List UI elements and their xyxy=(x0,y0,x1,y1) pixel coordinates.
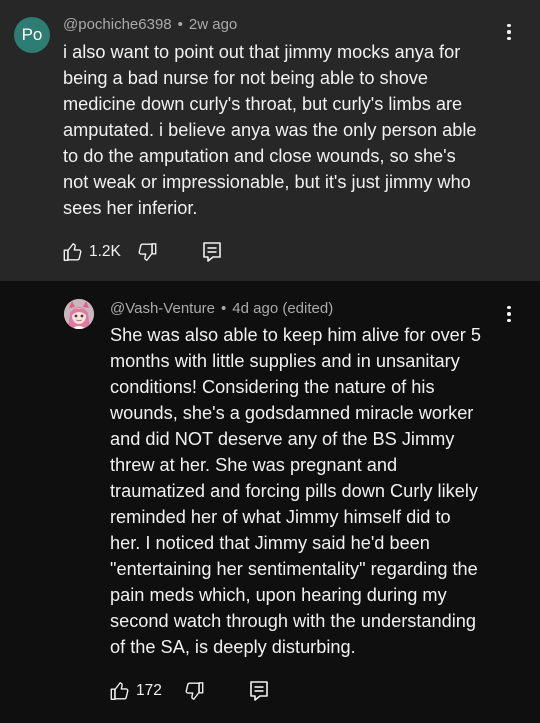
anime-avatar-icon xyxy=(64,299,94,329)
comment-line: to do the amputation and close wounds, s… xyxy=(63,146,456,166)
more-vertical-icon[interactable] xyxy=(499,303,519,325)
more-vertical-icon[interactable] xyxy=(499,21,519,43)
comment-line: her. I noticed that Jimmy said he'd been xyxy=(110,533,430,553)
comment-card: Po @pochiche6398 • 2w ago i also want to p… xyxy=(0,0,540,281)
comment-text: She was also able to keep him alive for … xyxy=(110,322,481,660)
dislike-button[interactable] xyxy=(183,676,205,706)
comment-line: not weak or impressionable, but it's jus… xyxy=(63,172,471,192)
comment-actions: 172 xyxy=(109,676,269,706)
comment-line: traumatized and forcing pills down Curly… xyxy=(110,481,478,501)
comment-line: wounds, she's a godsdamned miracle worke… xyxy=(110,403,474,423)
comment-text: i also want to point out that jimmy mock… xyxy=(63,39,477,221)
comment-line: second watch through with the understand… xyxy=(110,611,477,631)
comment-line: and did NOT deserve any of the BS Jimmy xyxy=(110,429,455,449)
comment-line: i also want to point out that jimmy mock… xyxy=(63,42,461,62)
comment-line: medicine down curly's throat, but curly'… xyxy=(63,94,463,114)
avatar[interactable]: Po xyxy=(14,17,50,53)
comment-line: "entertaining her sentimentality" regard… xyxy=(110,559,478,579)
reply-icon xyxy=(203,242,221,262)
like-button[interactable]: 172 xyxy=(109,676,162,706)
reply-icon xyxy=(250,681,268,701)
like-button[interactable]: 1.2K xyxy=(62,237,121,267)
dislike-button[interactable] xyxy=(136,237,158,267)
thumbs-down-icon xyxy=(138,243,157,261)
comment-line: being a bad nurse for not being able to … xyxy=(63,68,429,88)
comment-line: conditions! Considering the nature of hi… xyxy=(110,377,435,397)
like-count: 1.2K xyxy=(89,243,121,260)
thumbs-up-icon xyxy=(63,243,82,261)
like-count: 172 xyxy=(136,682,162,699)
avatar[interactable] xyxy=(64,299,94,329)
comment-line: threw at her. She was pregnant and xyxy=(110,455,398,475)
timestamp[interactable]: 4d ago (edited) xyxy=(232,300,333,317)
comment-line: reminded her of what Jimmy himself did t… xyxy=(110,507,451,527)
comment-line: amputated. i believe anya was the only p… xyxy=(63,120,477,140)
meta-separator: • xyxy=(221,300,227,317)
comment-line: She was also able to keep him alive for … xyxy=(110,325,482,345)
reply-button[interactable] xyxy=(202,237,222,267)
thumbs-up-icon xyxy=(110,682,129,700)
comment-line: pain meds which, upon hearing during my xyxy=(110,585,447,605)
comment-actions: 1.2K xyxy=(62,237,222,267)
username[interactable]: @Vash-Venture xyxy=(110,300,215,317)
comment-meta: @Vash-Venture • 4d ago (edited) xyxy=(110,299,333,319)
comment-meta: @pochiche6398 • 2w ago xyxy=(63,15,237,35)
reply-button[interactable] xyxy=(249,676,269,706)
timestamp[interactable]: 2w ago xyxy=(189,16,237,33)
comment-line: months with little supplies and in unsan… xyxy=(110,351,460,371)
comment-line: of the SA, is deeply disturbing. xyxy=(110,637,356,657)
thumbs-down-icon xyxy=(185,682,204,700)
comment-line: sees her inferior. xyxy=(63,198,198,218)
username[interactable]: @pochiche6398 xyxy=(63,16,172,33)
avatar-initials: Po xyxy=(21,25,43,44)
meta-separator: • xyxy=(177,16,183,33)
